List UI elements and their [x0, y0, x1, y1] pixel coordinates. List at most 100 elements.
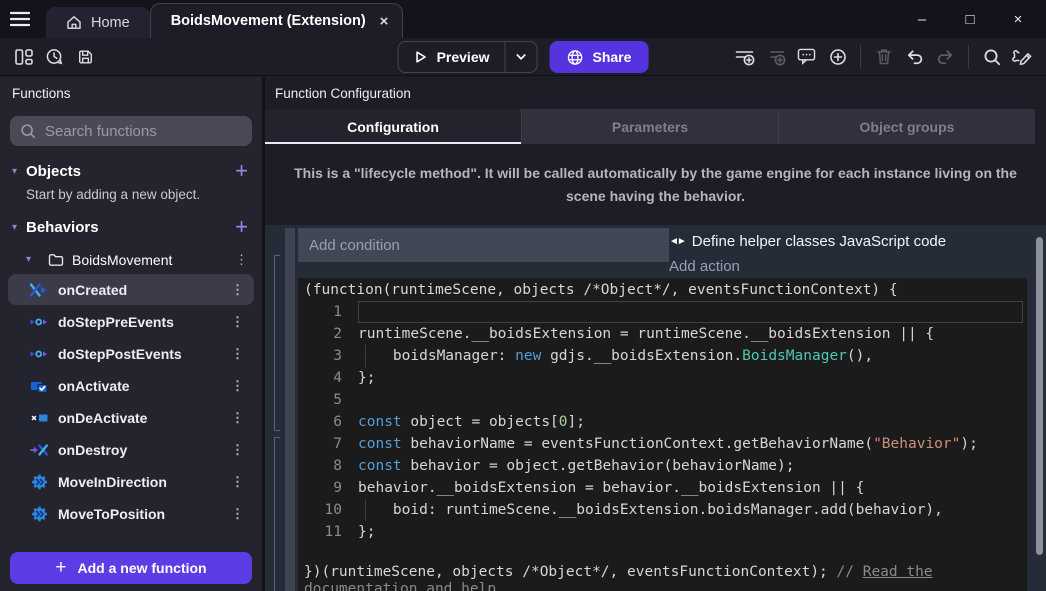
add-object-button[interactable]: +	[235, 161, 248, 181]
panel-title: Function Configuration	[265, 77, 1046, 109]
preview-button[interactable]: Preview	[398, 41, 538, 73]
tab-object-groups[interactable]: Object groups	[779, 109, 1035, 144]
close-button[interactable]: ×	[994, 3, 1042, 35]
share-button[interactable]: Share	[550, 41, 649, 73]
function-item-label: onDestroy	[58, 442, 127, 458]
edit-extension-icon[interactable]	[1007, 42, 1038, 72]
function-item-oncreated[interactable]: onCreated ⋮	[8, 274, 254, 305]
line-number: 8	[298, 455, 342, 477]
behavior-group-row[interactable]: ▾ BoidsMovement ⋮	[0, 246, 262, 273]
add-event-icon[interactable]	[729, 42, 760, 72]
add-condition-button[interactable]: Add condition	[298, 228, 669, 262]
more-options-icon[interactable]: ⋮	[231, 314, 244, 330]
function-item-moveindirection[interactable]: MoveInDirection ⋮	[8, 466, 254, 497]
function-item-onactivate[interactable]: onActivate ⋮	[8, 370, 254, 401]
behaviors-section-label: Behaviors	[26, 219, 99, 236]
code-line[interactable]: 10 boid: runtimeScene.__boidsExtension.b…	[298, 499, 1027, 521]
code-line[interactable]: 5	[298, 389, 1027, 411]
events-sheet: Add condition ◄► Define helper classes J…	[265, 225, 1046, 591]
more-options-icon[interactable]: ⋮	[231, 282, 244, 298]
folder-icon	[48, 253, 64, 267]
more-options-icon[interactable]: ⋮	[231, 378, 244, 394]
run-controls: Preview Share	[398, 41, 649, 73]
search-events-icon[interactable]	[976, 42, 1007, 72]
add-subevent-icon[interactable]	[760, 42, 791, 72]
function-item-movetoposition[interactable]: MoveToPosition ⋮	[8, 498, 254, 529]
tab-configuration[interactable]: Configuration	[265, 109, 522, 144]
save-icon[interactable]	[70, 42, 101, 72]
add-function-label: Add a new function	[78, 560, 207, 576]
function-item-label: doStepPostEvents	[58, 346, 182, 362]
add-other-icon[interactable]	[822, 42, 853, 72]
line-number: 9	[298, 477, 342, 499]
preview-dropdown-button[interactable]	[506, 42, 537, 72]
add-function-button[interactable]: + Add a new function	[10, 552, 252, 584]
destroy-icon	[30, 443, 48, 457]
code-footer: })(runtimeScene, objects /*Object*/, eve…	[298, 564, 1027, 591]
code-editor[interactable]: (function(runtimeScene, objects /*Object…	[298, 278, 1027, 591]
version-history-icon[interactable]	[39, 42, 70, 72]
plus-icon: +	[55, 557, 66, 579]
project-manager-icon[interactable]	[8, 42, 39, 72]
line-number: 4	[298, 367, 342, 389]
step-events-icon	[30, 315, 48, 329]
js-event-title-row: ◄► Define helper classes JavaScript code	[669, 228, 1027, 254]
more-options-icon[interactable]: ⋮	[231, 474, 244, 490]
add-comment-icon[interactable]	[791, 42, 822, 72]
event-drag-handle[interactable]	[285, 228, 295, 591]
toolbar: Preview Share	[0, 38, 1046, 76]
function-item-dosteppostevents[interactable]: doStepPostEvents ⋮	[8, 338, 254, 369]
code-line[interactable]: 3 boidsManager: new gdjs.__boidsExtensio…	[298, 345, 1027, 367]
code-line[interactable]: 1	[298, 301, 1027, 323]
tab-parameters[interactable]: Parameters	[522, 109, 779, 144]
code-line[interactable]: 4};	[298, 367, 1027, 389]
chevron-down-icon[interactable]: ▾	[12, 222, 26, 233]
undo-icon[interactable]	[899, 42, 930, 72]
code-line[interactable]: 8const behavior = object.getBehavior(beh…	[298, 455, 1027, 477]
line-number: 10	[298, 499, 342, 521]
code-line[interactable]: 9behavior.__boidsExtension = behavior.__…	[298, 477, 1027, 499]
code-line[interactable]: 2runtimeScene.__boidsExtension = runtime…	[298, 323, 1027, 345]
line-number: 6	[298, 411, 342, 433]
gdevelop-window: Home BoidsMovement (Extension) × – □ ×	[0, 0, 1046, 591]
line-number: 5	[298, 389, 342, 411]
tab-extension[interactable]: BoidsMovement (Extension) ×	[150, 3, 404, 38]
code-line[interactable]: 7const behaviorName = eventsFunctionCont…	[298, 433, 1027, 455]
add-action-button[interactable]: Add action	[669, 254, 1027, 278]
main-menu-button[interactable]	[0, 0, 40, 38]
search-functions-box[interactable]	[10, 116, 252, 146]
more-options-icon[interactable]: ⋮	[231, 506, 244, 522]
function-item-ondeactivate[interactable]: onDeActivate ⋮	[8, 402, 254, 433]
code-line[interactable]: 6const object = objects[0];	[298, 411, 1027, 433]
more-options-icon[interactable]: ⋮	[231, 410, 244, 426]
lifecycle-description: This is a "lifecycle method". It will be…	[265, 144, 1046, 225]
objects-section-header[interactable]: ▾ Objects +	[0, 156, 262, 186]
step-events-icon	[30, 347, 48, 361]
window-controls: – □ ×	[898, 3, 1042, 35]
add-behavior-button[interactable]: +	[235, 217, 248, 237]
function-item-label: MoveInDirection	[58, 474, 167, 490]
events-scrollbar[interactable]	[1036, 237, 1043, 555]
search-functions-input[interactable]	[45, 123, 242, 140]
search-icon	[20, 123, 36, 139]
tab-home[interactable]: Home	[46, 7, 150, 38]
line-number: 11	[298, 521, 342, 543]
function-item-dosteppreevents[interactable]: doStepPreEvents ⋮	[8, 306, 254, 337]
behaviors-section-header[interactable]: ▾ Behaviors +	[0, 212, 262, 242]
chevron-down-icon[interactable]: ▾	[12, 166, 26, 177]
play-icon	[414, 50, 428, 64]
more-options-icon[interactable]: ⋮	[231, 442, 244, 458]
code-line[interactable]: 11};	[298, 521, 1027, 543]
tab-close-icon[interactable]: ×	[380, 13, 389, 30]
maximize-button[interactable]: □	[946, 3, 994, 35]
event-bracket	[274, 437, 280, 591]
delete-icon[interactable]	[868, 42, 899, 72]
minimize-button[interactable]: –	[898, 3, 946, 35]
redo-icon[interactable]	[930, 42, 961, 72]
more-options-icon[interactable]: ⋮	[235, 252, 248, 268]
functions-panel: Functions ▾ Objects + Start by adding a …	[0, 77, 262, 591]
function-item-ondestroy[interactable]: onDestroy ⋮	[8, 434, 254, 465]
activate-icon	[30, 379, 48, 393]
chevron-down-icon[interactable]: ▾	[26, 254, 40, 265]
more-options-icon[interactable]: ⋮	[231, 346, 244, 362]
